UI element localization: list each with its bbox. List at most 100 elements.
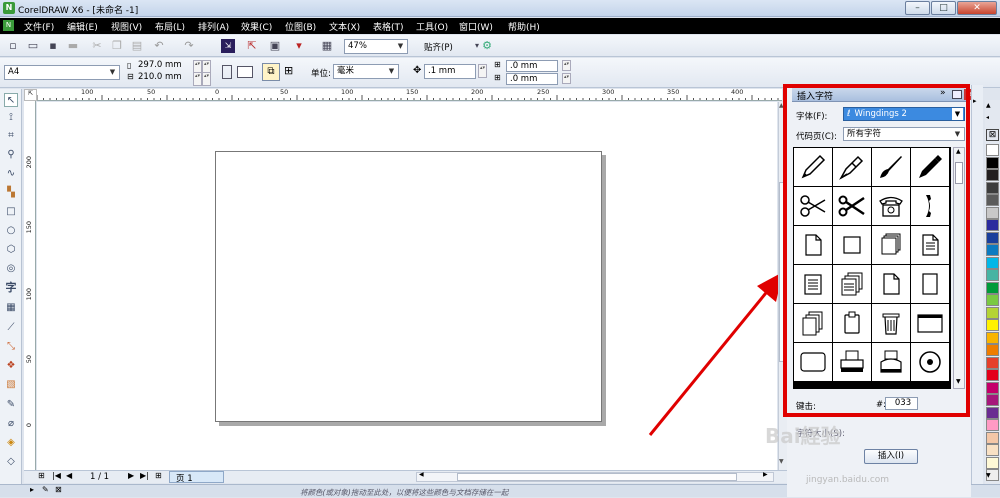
current-page-icon[interactable]: ⊞: [284, 64, 293, 77]
height-spinner-2[interactable]: ▴▾: [202, 72, 211, 86]
color-swatch[interactable]: [986, 419, 999, 431]
redo-icon[interactable]: ↷: [182, 39, 196, 53]
color-swatch[interactable]: [986, 444, 999, 456]
glyph-cell[interactable]: [911, 265, 949, 303]
welcome-screen-icon[interactable]: ▦: [320, 39, 334, 53]
minimize-docker-icon[interactable]: [952, 90, 962, 99]
glyph-cell[interactable]: [833, 265, 871, 303]
glyph-cell[interactable]: [872, 265, 910, 303]
glyph-cell[interactable]: [911, 343, 949, 381]
zoom-tool-icon[interactable]: ⚲: [4, 148, 18, 162]
outline-pen-icon[interactable]: ⌀: [4, 417, 18, 431]
height-spinner[interactable]: ▴▾: [193, 72, 202, 86]
h-scroll-thumb[interactable]: [457, 473, 737, 481]
menu-bitmaps[interactable]: 位图(B): [285, 20, 316, 33]
menu-window[interactable]: 窗口(W): [459, 20, 493, 33]
ellipse-tool-icon[interactable]: ○: [4, 224, 18, 238]
glyph-grid-scrollbar[interactable]: ▲ ▼: [953, 147, 965, 389]
duplicate-x-field[interactable]: .0 mm: [506, 60, 558, 72]
glyph-cell[interactable]: [833, 187, 871, 225]
nudge-distance-field[interactable]: .1 mm: [424, 64, 476, 79]
palette-up-icon[interactable]: ▲: [986, 102, 991, 109]
color-swatch[interactable]: [986, 406, 999, 419]
color-swatch[interactable]: [986, 306, 999, 319]
palette-down-icon[interactable]: ▼: [986, 472, 991, 479]
publish-pdf-icon[interactable]: ▣: [268, 39, 282, 53]
glyph-cell[interactable]: [833, 148, 871, 186]
previous-page-icon[interactable]: ◀: [66, 471, 72, 480]
color-swatch[interactable]: [986, 394, 999, 406]
keystroke-field[interactable]: 033: [885, 397, 918, 410]
color-swatch[interactable]: [986, 206, 999, 219]
glyph-cell[interactable]: [872, 187, 910, 225]
glyph-cell[interactable]: [911, 226, 949, 264]
basic-shapes-icon[interactable]: ◎: [4, 262, 18, 276]
menu-help[interactable]: 帮助(H): [508, 20, 540, 33]
scroll-down-icon[interactable]: ▼: [779, 458, 784, 465]
add-page-before-icon[interactable]: ⊞: [38, 471, 45, 480]
color-swatch[interactable]: [986, 369, 999, 381]
rectangle-tool-icon[interactable]: □: [4, 205, 18, 219]
glyph-cell[interactable]: [872, 148, 910, 186]
pick-tool-icon[interactable]: ↖: [4, 93, 18, 107]
color-swatch[interactable]: [986, 381, 999, 394]
color-swatch[interactable]: [986, 281, 999, 294]
scroll-thumb[interactable]: [779, 182, 787, 362]
color-swatch[interactable]: [986, 431, 999, 444]
color-swatch[interactable]: [986, 181, 999, 194]
dup-x-spinner[interactable]: ▴▾: [562, 60, 571, 71]
glyph-cell[interactable]: [833, 343, 871, 381]
close-button[interactable]: ✕: [957, 1, 997, 15]
connector-tool-icon[interactable]: ⤡: [4, 340, 18, 354]
menu-table[interactable]: 表格(T): [373, 20, 404, 33]
document-icon[interactable]: N: [3, 20, 14, 31]
open-icon[interactable]: ▭: [26, 39, 40, 53]
vertical-ruler[interactable]: 200 150 100 50 0: [24, 101, 36, 471]
color-swatch[interactable]: [986, 344, 999, 356]
interactive-fill-icon[interactable]: ◇: [4, 455, 18, 469]
transparency-tool-icon[interactable]: ▧: [4, 378, 18, 392]
color-swatch[interactable]: [986, 331, 999, 344]
glyph-cell[interactable]: [794, 304, 832, 342]
maximize-button[interactable]: □: [931, 1, 956, 15]
menu-layout[interactable]: 布局(L): [155, 20, 185, 33]
import-icon[interactable]: ⇲: [221, 39, 235, 53]
dup-y-spinner[interactable]: ▴▾: [562, 73, 571, 84]
landscape-icon[interactable]: [237, 66, 253, 78]
color-swatch[interactable]: [986, 169, 999, 181]
glyph-cell[interactable]: [911, 304, 949, 342]
scroll-right-icon[interactable]: ▶: [763, 471, 768, 478]
tab-arrow-icon[interactable]: ▸: [973, 97, 977, 105]
page-width-field[interactable]: 297.0 mm: [138, 60, 182, 70]
save-icon[interactable]: ▪: [46, 39, 60, 53]
zoom-level-select[interactable]: 47% ▼: [344, 39, 408, 54]
nudge-spinner[interactable]: ▴▾: [478, 64, 487, 78]
color-swatch[interactable]: [986, 156, 999, 169]
next-page-icon[interactable]: ▶: [128, 471, 134, 480]
glyph-cell[interactable]: [911, 187, 949, 225]
menu-edit[interactable]: 编辑(E): [67, 20, 98, 33]
shape-tool-icon[interactable]: ⟟: [4, 111, 18, 125]
palette-flyout-icon[interactable]: ◂: [986, 114, 989, 121]
scroll-down-icon[interactable]: ▼: [956, 378, 961, 385]
glyph-cell[interactable]: [794, 265, 832, 303]
no-color-swatch[interactable]: ⊠: [986, 129, 999, 141]
play-icon[interactable]: ▸: [30, 485, 34, 494]
application-launcher-icon[interactable]: ▾: [292, 39, 306, 53]
scroll-up-icon[interactable]: ▲: [779, 102, 784, 109]
glyph-cell[interactable]: [833, 304, 871, 342]
document-page[interactable]: [215, 151, 602, 422]
copy-icon[interactable]: ❐: [110, 39, 124, 53]
glyph-cell[interactable]: [794, 226, 832, 264]
color-swatch[interactable]: [986, 356, 999, 369]
export-icon[interactable]: ⇱: [245, 39, 259, 53]
undo-icon[interactable]: ↶: [152, 39, 166, 53]
page-height-field[interactable]: 210.0 mm: [138, 72, 182, 82]
last-page-icon[interactable]: ▶|: [140, 471, 149, 480]
glyph-cell[interactable]: [794, 343, 832, 381]
glyph-cell[interactable]: [872, 343, 910, 381]
color-swatch[interactable]: [986, 219, 999, 231]
new-document-icon[interactable]: ▫: [6, 39, 20, 53]
codepage-select[interactable]: 所有字符 ▼: [843, 127, 965, 141]
cut-icon[interactable]: ✂: [90, 39, 104, 53]
